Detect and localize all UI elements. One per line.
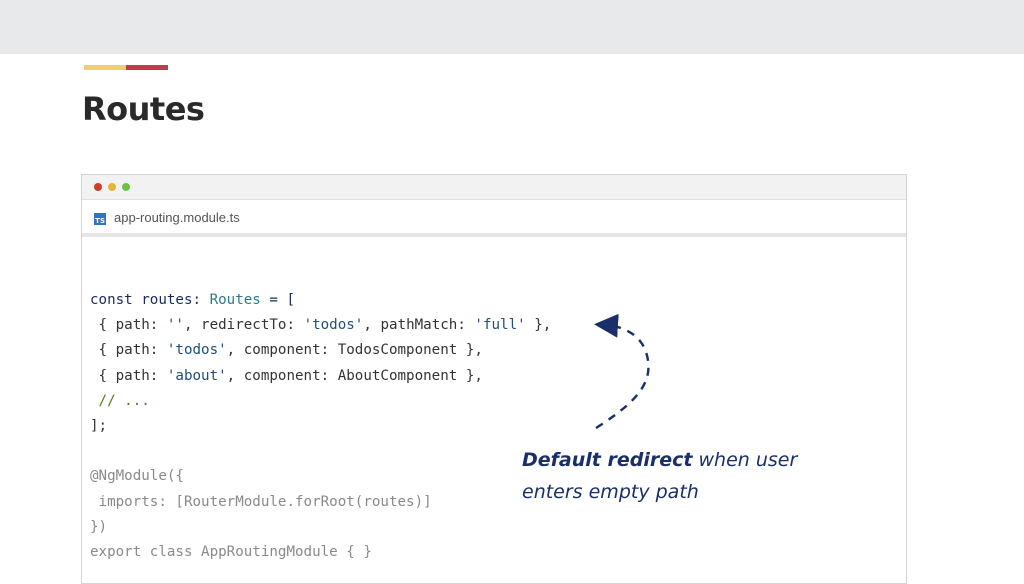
code-token: @NgModule({: [90, 468, 184, 485]
code-line: @NgModule({: [90, 464, 551, 489]
annotation-line-1: Default redirect when user: [522, 444, 842, 476]
window-titlebar: [82, 175, 906, 200]
typescript-file-icon: TS: [94, 213, 106, 225]
code-token: { path:: [90, 342, 167, 359]
minimize-window-icon[interactable]: [108, 183, 116, 191]
code-token: ];: [90, 417, 108, 434]
code-token: , redirectTo:: [183, 317, 304, 334]
code-line: export class AppRoutingModule { }: [90, 540, 551, 565]
code-token: Routes: [209, 292, 261, 308]
code-line: { path: 'about', component: AboutCompone…: [90, 364, 551, 389]
code-line: { path: '', redirectTo: 'todos', pathMat…: [90, 313, 552, 338]
code-token: = [: [260, 292, 296, 308]
code-token: 'todos': [303, 317, 364, 334]
code-line: // ...: [90, 389, 551, 414]
page-title: Routes: [82, 90, 205, 128]
code-token: 'todos': [166, 342, 227, 359]
annotation-line-2: enters empty path: [522, 481, 699, 503]
code-token: { path:: [90, 367, 167, 384]
code-line: ];: [90, 414, 551, 439]
annotation-rest: when user: [692, 449, 798, 471]
code-editor-window: TS app-routing.module.ts const routes: R…: [81, 174, 907, 584]
code-token: { path:: [90, 317, 167, 334]
code-token: , component: AboutComponent },: [226, 367, 483, 384]
code-token: '': [166, 317, 184, 334]
annotation-bold: Default redirect: [522, 449, 693, 471]
accent-stripe-red: [126, 65, 168, 70]
code-token: export class AppRoutingModule { }: [90, 543, 372, 560]
code-token: , pathMatch:: [363, 317, 475, 334]
code-line: const routes: Routes = [: [90, 288, 551, 313]
code-token: const routes:: [90, 292, 210, 308]
header-bar: [0, 0, 1024, 54]
code-line: }): [90, 515, 551, 540]
code-line: { path: 'todos', component: TodosCompone…: [90, 338, 551, 363]
annotation-text: Default redirect when user enters empty …: [522, 444, 842, 508]
dashed-arrow-icon: [594, 313, 650, 430]
file-tab-bar: TS app-routing.module.ts: [82, 200, 906, 237]
file-tab-label[interactable]: app-routing.module.ts: [114, 210, 240, 225]
maximize-window-icon[interactable]: [122, 183, 130, 191]
code-block: const routes: Routes = [ { path: '', red…: [90, 288, 551, 565]
code-token: // ...: [90, 392, 150, 409]
code-token: 'full': [474, 317, 526, 334]
close-window-icon[interactable]: [94, 183, 102, 191]
code-token: 'about': [166, 367, 227, 384]
code-token: },: [525, 317, 552, 334]
code-token: imports: [RouterModule.forRoot(routes)]: [90, 493, 432, 510]
code-token: }): [90, 518, 108, 535]
accent-stripe-yellow: [84, 65, 126, 70]
code-token: , component: TodosComponent },: [226, 342, 483, 359]
code-line: imports: [RouterModule.forRoot(routes)]: [90, 490, 551, 515]
